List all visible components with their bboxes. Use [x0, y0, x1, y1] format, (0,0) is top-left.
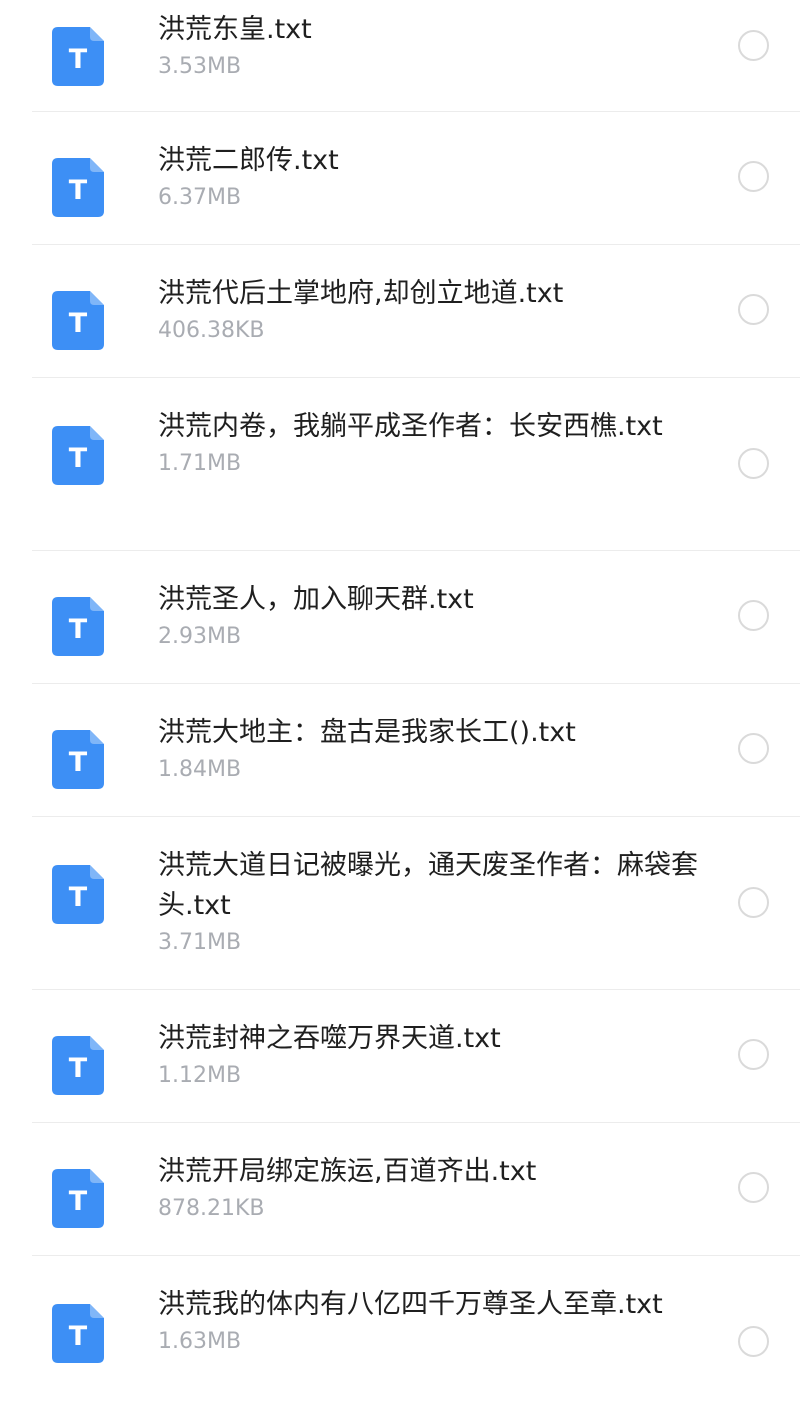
- icon-fold: [90, 291, 104, 305]
- txt-file-icon: T: [52, 158, 104, 217]
- file-name: 洪荒封神之吞噬万界天道.txt: [158, 1023, 501, 1054]
- icon-fold: [90, 27, 104, 41]
- file-name: 洪荒代后土掌地府,却创立地道.txt: [158, 278, 564, 309]
- file-text: 洪荒圣人，加入聊天群.txt 2.93MB: [158, 580, 698, 652]
- icon-letter: T: [69, 443, 88, 474]
- file-text: 洪荒二郎传.txt 6.37MB: [158, 141, 698, 213]
- file-size: 3.53MB: [158, 54, 242, 79]
- file-text: 洪荒开局绑定族运,百道齐出.txt 878.21KB: [158, 1152, 698, 1224]
- icon-letter: T: [69, 308, 88, 339]
- icon-fold: [90, 426, 104, 440]
- file-size: 406.38KB: [158, 318, 265, 343]
- file-size: 3.71MB: [158, 930, 242, 955]
- file-row[interactable]: T 洪荒大地主：盘古是我家长工().txt 1.84MB: [0, 684, 800, 817]
- select-radio[interactable]: [738, 887, 769, 918]
- txt-file-icon-graphic: T: [52, 865, 104, 924]
- txt-file-icon-graphic: T: [52, 291, 104, 350]
- txt-file-icon: T: [52, 865, 104, 924]
- txt-file-icon-graphic: T: [52, 597, 104, 656]
- icon-fold: [90, 1304, 104, 1318]
- select-radio[interactable]: [738, 30, 769, 61]
- select-radio[interactable]: [738, 448, 769, 479]
- select-radio[interactable]: [738, 1172, 769, 1203]
- select-radio[interactable]: [738, 1326, 769, 1357]
- file-text: 洪荒封神之吞噬万界天道.txt 1.12MB: [158, 1019, 698, 1091]
- file-row[interactable]: T 洪荒开局绑定族运,百道齐出.txt 878.21KB: [0, 1123, 800, 1256]
- file-name: 洪荒东皇.txt: [158, 14, 312, 45]
- file-name: 洪荒我的体内有八亿四千万尊圣人至章.txt: [158, 1289, 663, 1320]
- file-size: 1.71MB: [158, 451, 242, 476]
- file-name: 洪荒大地主：盘古是我家长工().txt: [158, 717, 576, 748]
- icon-fold: [90, 865, 104, 879]
- file-text: 洪荒内卷，我躺平成圣作者：长安西樵.txt 1.71MB: [158, 407, 698, 479]
- file-size: 878.21KB: [158, 1196, 265, 1221]
- icon-letter: T: [69, 747, 88, 778]
- select-radio[interactable]: [738, 161, 769, 192]
- file-size: 1.12MB: [158, 1063, 242, 1088]
- txt-file-icon: T: [52, 426, 104, 485]
- txt-file-icon: T: [52, 1169, 104, 1228]
- file-size: 6.37MB: [158, 185, 242, 210]
- file-text: 洪荒大道日记被曝光，通天废圣作者：麻袋套头.txt 3.71MB: [158, 846, 698, 958]
- select-radio[interactable]: [738, 1039, 769, 1070]
- icon-letter: T: [69, 614, 88, 645]
- file-text: 洪荒我的体内有八亿四千万尊圣人至章.txt 1.63MB: [158, 1285, 698, 1357]
- txt-file-icon: T: [52, 730, 104, 789]
- icon-letter: T: [69, 1186, 88, 1217]
- icon-fold: [90, 158, 104, 172]
- icon-fold: [90, 1169, 104, 1183]
- file-row[interactable]: T 洪荒代后土掌地府,却创立地道.txt 406.38KB: [0, 245, 800, 378]
- txt-file-icon: T: [52, 27, 104, 86]
- txt-file-icon: T: [52, 597, 104, 656]
- file-row[interactable]: T 洪荒封神之吞噬万界天道.txt 1.12MB: [0, 990, 800, 1123]
- txt-file-icon-graphic: T: [52, 158, 104, 217]
- file-row[interactable]: T 洪荒内卷，我躺平成圣作者：长安西樵.txt 1.71MB: [0, 378, 800, 551]
- file-row[interactable]: T 洪荒圣人，加入聊天群.txt 2.93MB: [0, 551, 800, 684]
- file-row[interactable]: T 洪荒大道日记被曝光，通天废圣作者：麻袋套头.txt 3.71MB: [0, 817, 800, 990]
- file-text: 洪荒东皇.txt 3.53MB: [158, 10, 698, 82]
- icon-letter: T: [69, 1321, 88, 1352]
- icon-letter: T: [69, 44, 88, 75]
- file-row[interactable]: T 洪荒我的体内有八亿四千万尊圣人至章.txt 1.63MB: [0, 1256, 800, 1427]
- file-row[interactable]: T 洪荒二郎传.txt 6.37MB: [0, 112, 800, 245]
- txt-file-icon-graphic: T: [52, 1304, 104, 1363]
- icon-fold: [90, 730, 104, 744]
- icon-letter: T: [69, 882, 88, 913]
- file-name: 洪荒开局绑定族运,百道齐出.txt: [158, 1156, 537, 1187]
- txt-file-icon: T: [52, 1304, 104, 1363]
- file-size: 2.93MB: [158, 624, 242, 649]
- file-text: 洪荒代后土掌地府,却创立地道.txt 406.38KB: [158, 274, 698, 346]
- txt-file-icon-graphic: T: [52, 1169, 104, 1228]
- icon-fold: [90, 1036, 104, 1050]
- txt-file-icon-graphic: T: [52, 426, 104, 485]
- file-name: 洪荒大道日记被曝光，通天废圣作者：麻袋套头.txt: [158, 850, 698, 921]
- select-radio[interactable]: [738, 600, 769, 631]
- file-list: T 洪荒东皇.txt 3.53MB T 洪荒二郎传.txt 6.37MB T 洪…: [0, 0, 800, 1427]
- file-name: 洪荒二郎传.txt: [158, 145, 339, 176]
- file-name: 洪荒内卷，我躺平成圣作者：长安西樵.txt: [158, 411, 663, 442]
- file-size: 1.84MB: [158, 757, 242, 782]
- file-text: 洪荒大地主：盘古是我家长工().txt 1.84MB: [158, 713, 698, 785]
- txt-file-icon-graphic: T: [52, 1036, 104, 1095]
- file-row[interactable]: T 洪荒东皇.txt 3.53MB: [0, 0, 800, 112]
- icon-letter: T: [69, 175, 88, 206]
- file-name: 洪荒圣人，加入聊天群.txt: [158, 584, 474, 615]
- txt-file-icon-graphic: T: [52, 730, 104, 789]
- txt-file-icon-graphic: T: [52, 27, 104, 86]
- icon-letter: T: [69, 1053, 88, 1084]
- txt-file-icon: T: [52, 291, 104, 350]
- file-size: 1.63MB: [158, 1329, 242, 1354]
- txt-file-icon: T: [52, 1036, 104, 1095]
- select-radio[interactable]: [738, 294, 769, 325]
- icon-fold: [90, 597, 104, 611]
- select-radio[interactable]: [738, 733, 769, 764]
